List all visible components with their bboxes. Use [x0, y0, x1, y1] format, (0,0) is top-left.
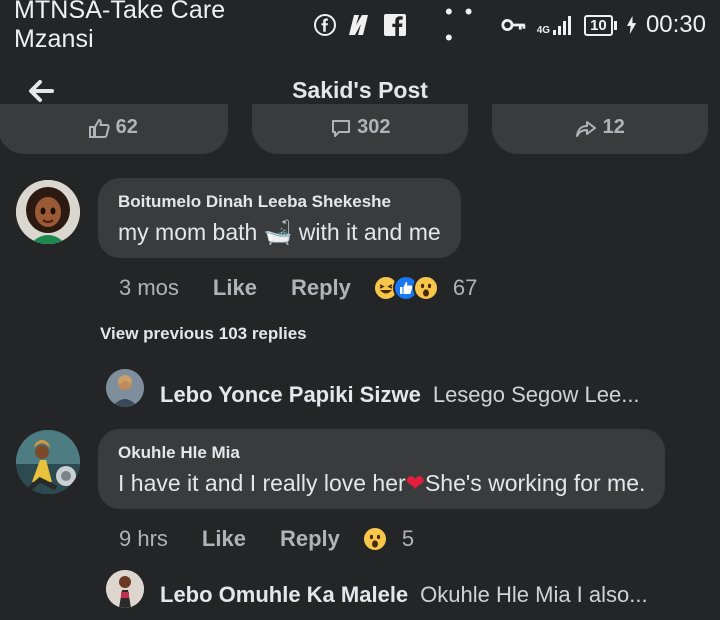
reply-text: Lesego Segow Lee... — [432, 382, 640, 407]
network-type: 4G — [536, 25, 551, 36]
carrier-name: MTNSA-Take Care Mzansi — [14, 0, 226, 53]
like-button[interactable]: Like — [202, 526, 246, 552]
share-icon — [576, 120, 597, 137]
avatar-okuhle[interactable] — [16, 430, 80, 494]
like-button[interactable]: Like — [213, 275, 257, 301]
facebook-messenger-icon — [313, 14, 336, 36]
comment-pill-button[interactable]: 302 — [252, 104, 468, 154]
page-title: Sakid's Post — [292, 76, 428, 103]
comment-meta: 9 hrs Like Reply 5 — [119, 526, 414, 552]
share-pill-button[interactable]: 12 — [492, 104, 708, 154]
comment-bubble[interactable]: Okuhle Hle Mia I have it and I really lo… — [98, 429, 666, 509]
comment-meta: 3 mos Like Reply 67 — [119, 275, 477, 301]
signal-icon — [553, 16, 572, 35]
comment-time[interactable]: 9 hrs — [119, 526, 168, 552]
reply-author[interactable]: Lebo Omuhle Ka Malele — [160, 582, 408, 608]
comment-text: I have it and I really love her❤She's wo… — [118, 470, 645, 496]
comment-bubble[interactable]: Boitumelo Dinah Leeba Shekeshe my mom ba… — [98, 178, 461, 258]
system-tray: • • • 4G 10 00:30 — [407, 0, 706, 51]
more-notifications-icon: • • • — [444, 0, 476, 50]
share-count: 12 — [602, 116, 625, 138]
battery-level: 10 — [584, 14, 613, 36]
reaction-summary[interactable] — [372, 275, 439, 301]
netflix-icon — [348, 15, 368, 35]
comment-count: 302 — [357, 116, 391, 138]
battery-nub — [613, 20, 617, 30]
reply-text: Okuhle Hle Mia I also... — [420, 582, 648, 607]
red-heart-emoji: ❤ — [405, 470, 425, 496]
latest-reply-preview[interactable]: Lebo Omuhle Ka Malele Okuhle Hle Mia I a… — [160, 582, 648, 608]
latest-reply-preview[interactable]: Lebo Yonce Papiki Sizwe Lesego Segow Lee… — [160, 382, 640, 408]
status-bar: MTNSA-Take Care Mzansi • • • 4G 10 00:30 — [0, 0, 720, 53]
comment-text-part: I have it and I really love her — [118, 470, 406, 496]
comment-author[interactable]: Okuhle Hle Mia — [118, 443, 645, 463]
facebook-icon — [383, 14, 406, 36]
avatar-boitumelo[interactable] — [16, 180, 80, 244]
thumbs-up-icon — [89, 118, 110, 138]
profile-photo-icon — [106, 369, 144, 407]
comment-text-part: my mom bath — [118, 219, 264, 245]
reply-button[interactable]: Reply — [291, 275, 351, 301]
cartoon-avatar-icon — [16, 180, 80, 244]
like-pill-button[interactable]: 62 — [0, 104, 228, 154]
profile-photo-icon — [16, 430, 80, 494]
avatar-lebo-yonce[interactable] — [106, 369, 144, 407]
back-arrow-icon[interactable] — [26, 76, 56, 106]
wow-reaction-icon — [361, 526, 388, 552]
bathtub-emoji: 🛁 — [263, 219, 293, 245]
comment-time[interactable]: 3 mos — [119, 275, 179, 301]
comment-author[interactable]: Boitumelo Dinah Leeba Shekeshe — [118, 192, 441, 212]
reaction-count: 67 — [452, 275, 478, 300]
comment-text-part: She's working for me. — [424, 470, 646, 496]
battery-indicator: 10 — [584, 14, 617, 36]
clock: 00:30 — [645, 11, 706, 38]
wow-reaction-icon — [412, 275, 439, 301]
comment-icon — [331, 119, 350, 137]
network-indicator: 4G — [537, 14, 574, 36]
notification-icons — [313, 13, 407, 37]
reaction-summary[interactable] — [361, 526, 388, 552]
reaction-count: 5 — [401, 526, 415, 551]
reply-author[interactable]: Lebo Yonce Papiki Sizwe — [160, 382, 421, 408]
comment-text: my mom bath 🛁 with it and me — [118, 219, 441, 245]
avatar-lebo-omuhle[interactable] — [106, 570, 144, 608]
view-previous-replies-link[interactable]: View previous 103 replies — [100, 324, 307, 344]
charging-icon — [626, 15, 636, 35]
comment-text-part: with it and me — [292, 219, 441, 245]
reply-button[interactable]: Reply — [280, 526, 340, 552]
like-count: 62 — [115, 116, 138, 138]
profile-photo-icon — [106, 570, 144, 608]
vpn-key-icon — [501, 19, 526, 31]
